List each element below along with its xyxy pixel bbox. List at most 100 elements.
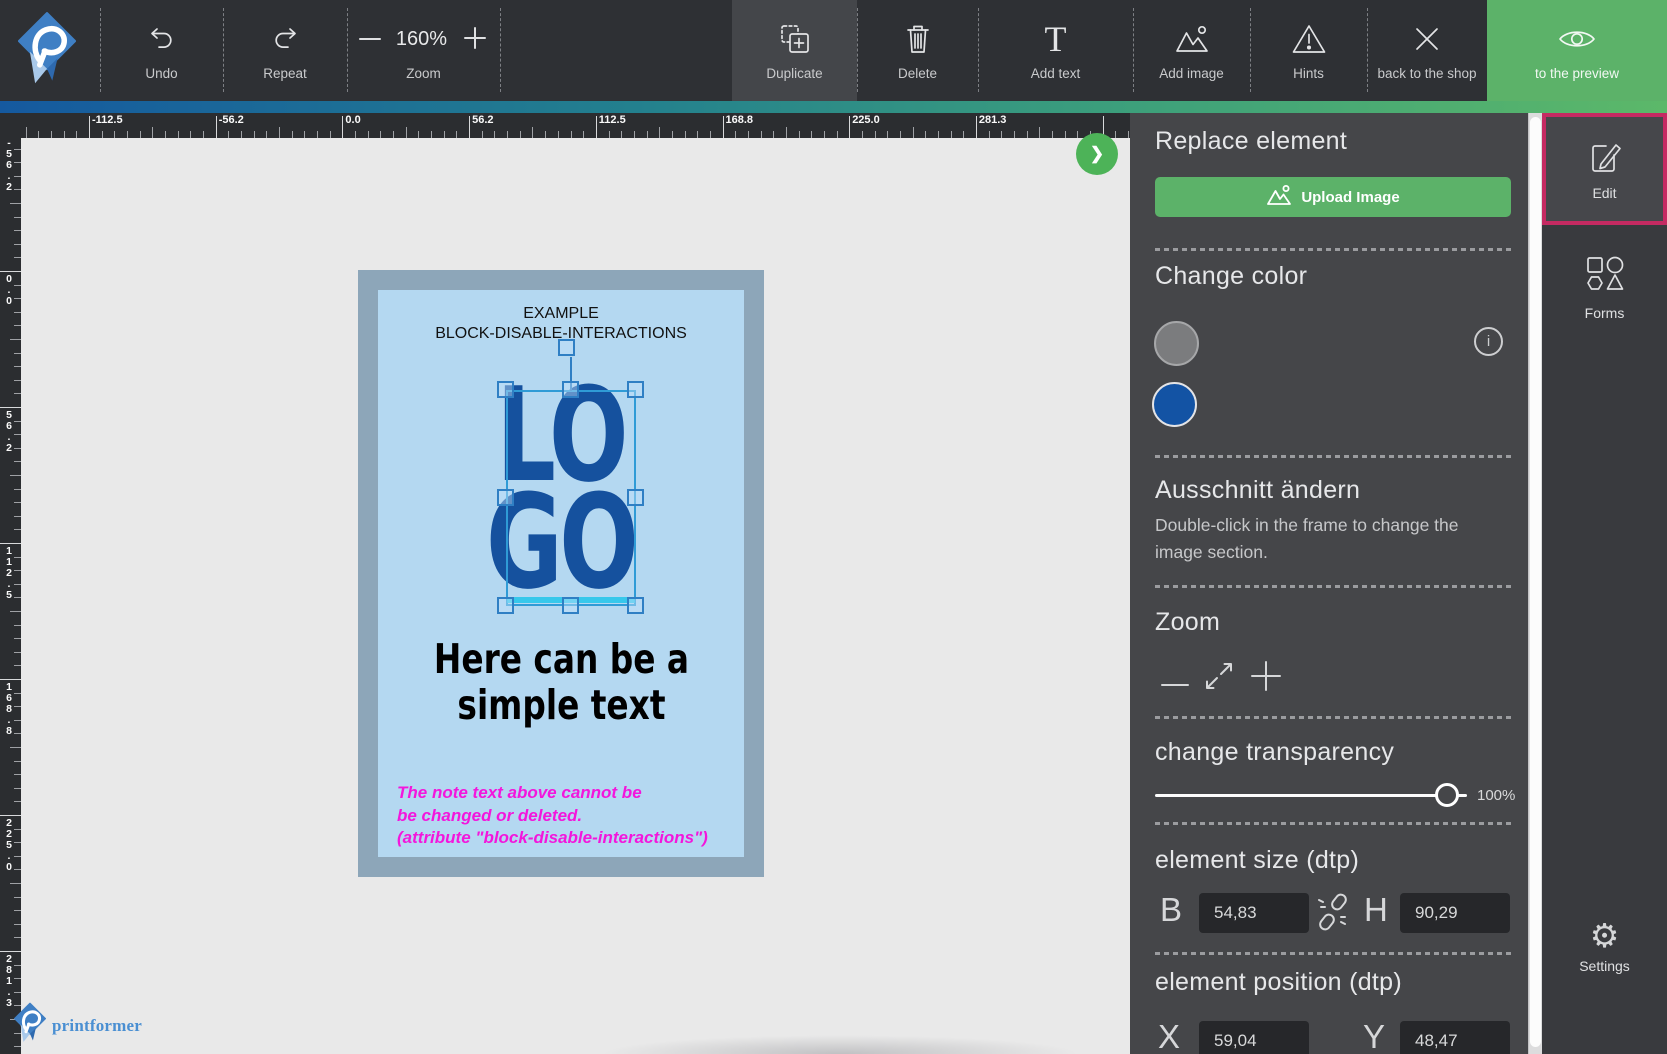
ruler-tick [14, 978, 21, 979]
ruler-tick [26, 127, 27, 138]
info-button[interactable]: i [1474, 327, 1503, 356]
panel-divider [1155, 585, 1511, 588]
tab-edit[interactable]: Edit [1542, 113, 1667, 225]
ruler-label: 168.8 [726, 114, 754, 126]
preview-button[interactable]: to the preview [1487, 0, 1667, 101]
rotation-handle[interactable] [558, 339, 575, 356]
tab-settings[interactable]: ⚙ Settings [1542, 901, 1667, 991]
ruler-tick [342, 116, 343, 138]
printformer-logo-icon[interactable] [18, 12, 76, 91]
upload-image-button[interactable]: Upload Image [1155, 177, 1511, 217]
card-heading-text: EXAMPLE BLOCK-DISABLE-INTERACTIONS [378, 304, 744, 343]
zoom-out-icon[interactable] [359, 38, 381, 41]
ruler-tick [14, 393, 21, 394]
ruler-tick [10, 203, 21, 204]
add-text-button[interactable]: T Add text [978, 0, 1133, 101]
ruler-tick [875, 131, 876, 138]
resize-handle-se[interactable] [627, 597, 644, 614]
hints-label: Hints [1293, 66, 1324, 81]
ruler-tick [1039, 127, 1040, 138]
ruler-tick [406, 127, 407, 138]
x-position-input[interactable] [1199, 1021, 1309, 1054]
element-zoom-fit-icon[interactable] [1204, 661, 1234, 696]
ruler-tick [10, 611, 21, 612]
ruler-tick [14, 652, 21, 653]
resize-handle-e[interactable] [627, 489, 644, 506]
panel-scrollbar-thumb[interactable] [1530, 117, 1541, 1047]
repeat-button[interactable]: Repeat [223, 0, 347, 101]
ruler-tick [14, 448, 21, 449]
element-position-heading: element position (dtp) [1155, 968, 1402, 997]
ruler-tick [1001, 131, 1002, 138]
ruler-tick [14, 244, 21, 245]
resize-handle-sw[interactable] [497, 597, 514, 614]
ruler-tick [571, 131, 572, 138]
ruler-tick [14, 720, 21, 721]
ruler-tick [152, 127, 153, 138]
resize-handle-s[interactable] [562, 597, 579, 614]
undo-button[interactable]: Undo [100, 0, 223, 101]
v-ruler: -56.20.056.2112.5168.8225.0281.3 [0, 113, 21, 1054]
transparency-slider-thumb[interactable] [1435, 783, 1459, 807]
ruler-label: 225.0 [3, 818, 15, 873]
zoom-label: Zoom [406, 66, 441, 81]
ruler-tick [14, 325, 21, 326]
selection-box[interactable] [506, 390, 636, 606]
ruler-label: 112.5 [3, 546, 15, 601]
color-swatch-gray[interactable] [1154, 321, 1199, 366]
resize-handle-n[interactable] [562, 381, 579, 398]
ruler-tick [14, 162, 21, 163]
brand-wordmark: printformer [52, 1016, 142, 1036]
ruler-label: 225.0 [852, 114, 880, 126]
canvas-bottom-shadow [540, 1028, 1140, 1054]
ruler-tick [1077, 131, 1078, 138]
ruler-tick [51, 131, 52, 138]
transparency-slider-track[interactable] [1155, 794, 1467, 797]
hints-button[interactable]: Hints [1250, 0, 1367, 101]
zoom-heading: Zoom [1155, 608, 1220, 637]
ruler-tick [418, 131, 419, 138]
ruler-tick [0, 679, 21, 680]
resize-handle-nw[interactable] [497, 381, 514, 398]
element-zoom-in-icon[interactable] [1249, 659, 1283, 698]
panel-scrollbar[interactable] [1528, 113, 1542, 1054]
ruler-tick [0, 543, 21, 544]
ruler-tick [14, 842, 21, 843]
ruler-tick [913, 127, 914, 138]
ruler-tick [1115, 131, 1116, 138]
preview-label: to the preview [1535, 66, 1619, 81]
add-image-label: Add image [1159, 66, 1224, 81]
ruler-tick [14, 706, 21, 707]
ruler-tick [14, 801, 21, 802]
back-to-shop-label: back to the shop [1377, 66, 1476, 81]
zoom-in-icon[interactable] [462, 25, 488, 54]
back-to-shop-button[interactable]: back to the shop [1367, 0, 1487, 101]
ruler-label: -56.2 [3, 138, 15, 193]
width-input[interactable] [1199, 893, 1309, 933]
color-swatch-blue[interactable] [1152, 382, 1197, 427]
ruler-label: 0.0 [345, 114, 360, 126]
ruler-tick [1128, 131, 1129, 138]
ruler-tick [431, 131, 432, 138]
ruler-tick [292, 131, 293, 138]
tab-forms[interactable]: Forms [1542, 243, 1667, 333]
ruler-tick [532, 127, 533, 138]
ruler-tick [14, 693, 21, 694]
broken-link-icon[interactable] [1316, 892, 1350, 937]
element-zoom-out-icon[interactable] [1161, 674, 1189, 692]
simple-text-element[interactable]: Here can be a simple text [378, 636, 744, 728]
ruler-tick [14, 461, 21, 462]
duplicate-button[interactable]: Duplicate [732, 0, 857, 101]
add-image-button[interactable]: Add image [1133, 0, 1250, 101]
y-position-input[interactable] [1400, 1021, 1510, 1054]
ruler-tick [811, 131, 812, 138]
ruler-tick [14, 502, 21, 503]
ruler-tick [10, 339, 21, 340]
resize-handle-w[interactable] [497, 489, 514, 506]
height-input[interactable] [1400, 893, 1510, 933]
ruler-tick [14, 761, 21, 762]
forms-label: Forms [1585, 305, 1625, 321]
delete-button[interactable]: Delete [857, 0, 978, 101]
panel-toggle-button[interactable]: ❯ [1076, 133, 1118, 175]
resize-handle-ne[interactable] [627, 381, 644, 398]
